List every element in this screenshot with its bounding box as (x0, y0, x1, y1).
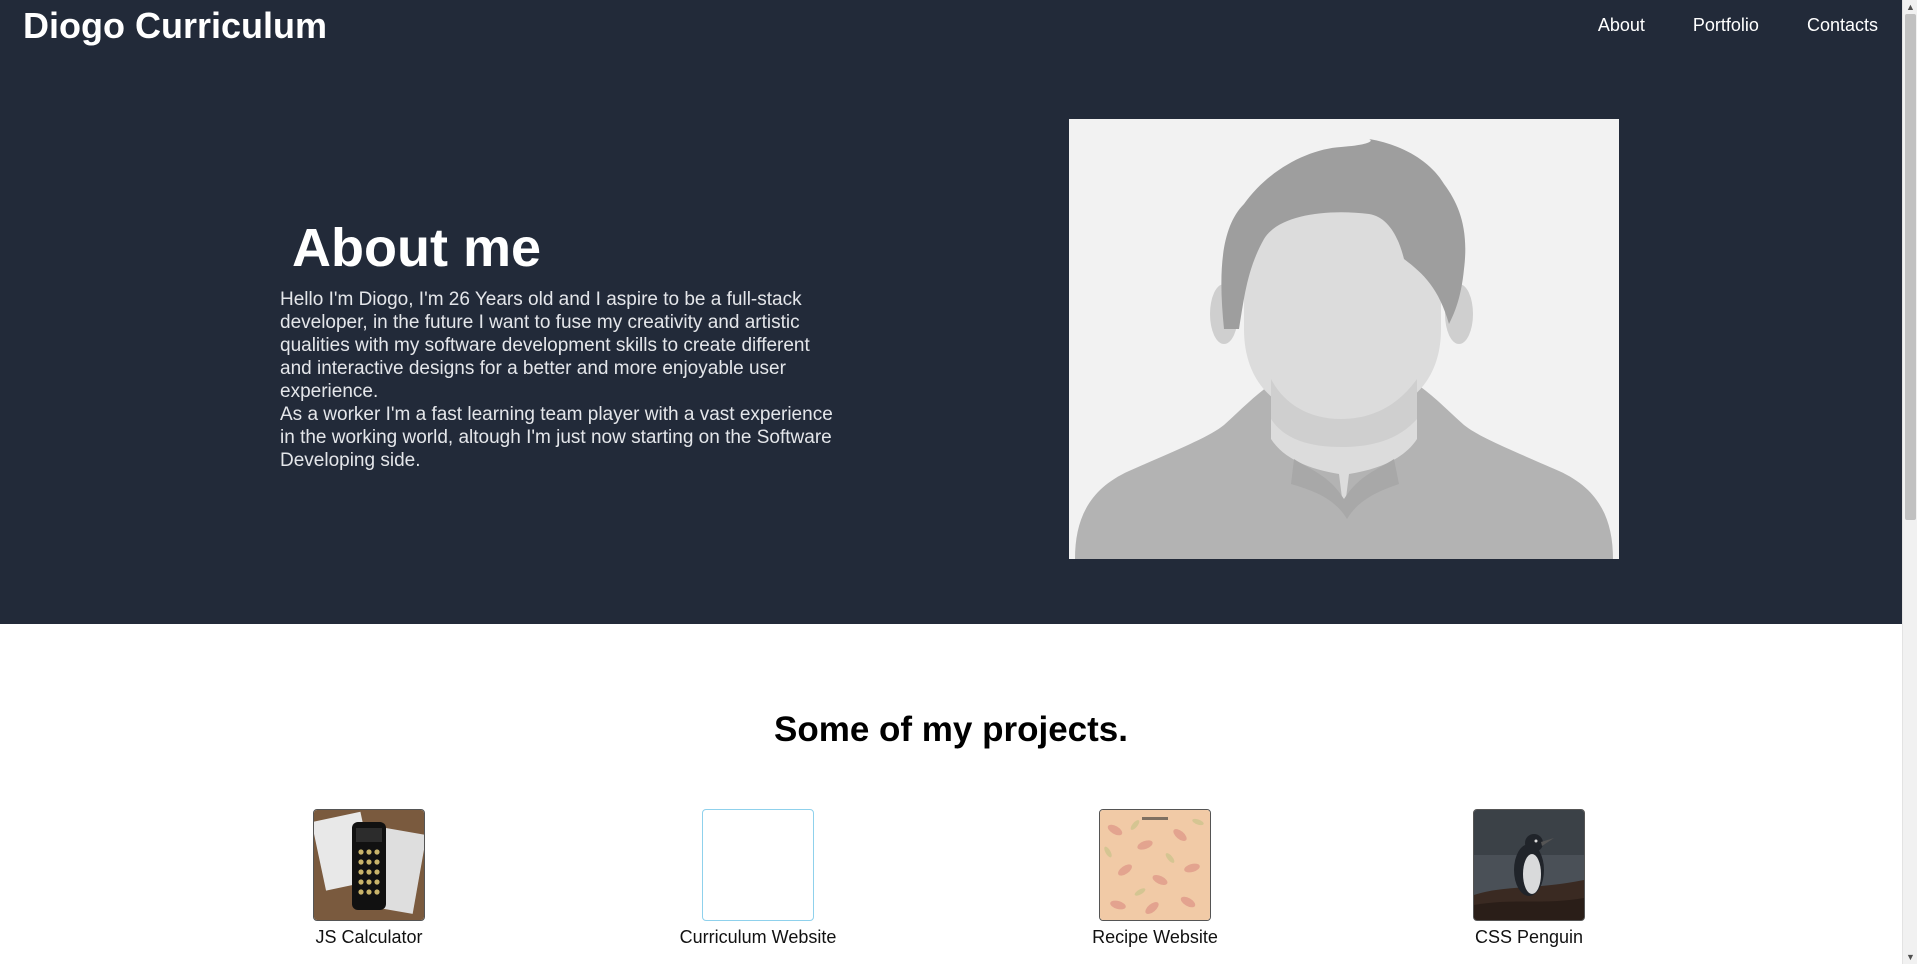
project-card-curriculum-website[interactable]: Curriculum Website (658, 809, 858, 948)
about-paragraph: Hello I'm Diogo, I'm 26 Years old and I … (280, 289, 833, 471)
project-label[interactable]: Recipe Website (1092, 926, 1218, 948)
projects-title: Some of my projects. (774, 710, 1128, 749)
site-header: Diogo Curriculum About Portfolio Contact… (0, 0, 1902, 56)
project-label[interactable]: CSS Penguin (1475, 926, 1583, 948)
profile-avatar-image (1069, 119, 1619, 559)
project-card-css-penguin[interactable]: CSS Penguin (1429, 809, 1629, 948)
vertical-scrollbar[interactable]: ▲ ▼ (1902, 0, 1917, 964)
blank-thumbnail-icon[interactable] (702, 809, 814, 921)
scrollbar-thumb[interactable] (1905, 14, 1916, 520)
project-label[interactable]: JS Calculator (315, 926, 422, 948)
about-text-block: About me Hello I'm Diogo, I'm 26 Years o… (280, 218, 840, 472)
site-title: Diogo Curriculum (23, 5, 327, 46)
scroll-up-arrow-icon[interactable]: ▲ (1903, 0, 1917, 14)
nav-about-link[interactable]: About (1574, 0, 1669, 50)
calculator-photo-icon[interactable] (313, 809, 425, 921)
penguin-photo-icon[interactable] (1473, 809, 1585, 921)
project-label[interactable]: Curriculum Website (680, 926, 837, 948)
main-nav: About Portfolio Contacts (1574, 0, 1902, 50)
project-card-recipe-website[interactable]: Recipe Website (1055, 809, 1255, 948)
nav-contacts-link[interactable]: Contacts (1783, 0, 1902, 50)
scroll-down-arrow-icon[interactable]: ▼ (1903, 950, 1917, 964)
project-card-js-calculator[interactable]: JS Calculator (269, 809, 469, 948)
page: Diogo Curriculum About Portfolio Contact… (0, 0, 1902, 964)
about-section: About me Hello I'm Diogo, I'm 26 Years o… (0, 56, 1902, 624)
avatar-silhouette-icon (1069, 119, 1619, 559)
recipe-pattern-icon[interactable] (1099, 809, 1211, 921)
about-title: About me (292, 218, 541, 278)
nav-portfolio-link[interactable]: Portfolio (1669, 0, 1783, 50)
